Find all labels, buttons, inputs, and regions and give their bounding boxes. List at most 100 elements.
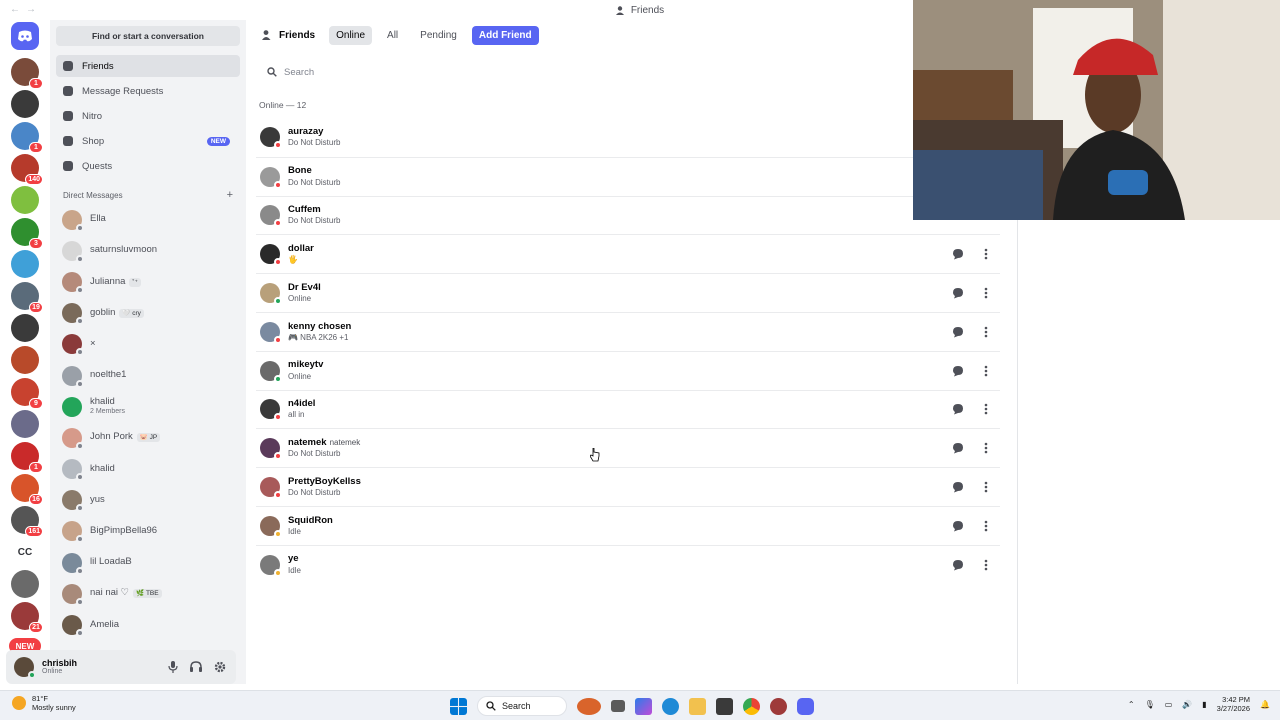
more-options-icon[interactable] xyxy=(980,481,992,493)
server-icon-4[interactable]: 140 xyxy=(11,154,43,185)
create-dm-icon[interactable]: + xyxy=(227,190,233,201)
more-options-icon[interactable] xyxy=(980,248,992,260)
microphone-tray-icon[interactable]: 🎙 xyxy=(1145,700,1155,709)
tab-online[interactable]: Online xyxy=(329,25,373,45)
more-options-icon[interactable] xyxy=(980,442,992,454)
dm-item[interactable]: Ella xyxy=(56,204,240,235)
message-icon[interactable] xyxy=(952,520,964,532)
dm-item[interactable]: Amelia xyxy=(56,609,240,640)
friend-row[interactable]: aurazay Do Not Disturb xyxy=(256,118,1000,157)
more-options-icon[interactable] xyxy=(980,403,992,415)
chrome-icon[interactable] xyxy=(743,697,760,715)
microphone-icon[interactable] xyxy=(168,661,178,673)
server-icon-14[interactable]: 16 xyxy=(11,474,43,505)
user-avatar[interactable] xyxy=(14,657,36,679)
tray-chevron-icon[interactable]: ⌃ xyxy=(1128,700,1135,709)
friend-row[interactable]: Bone Do Not Disturb xyxy=(256,156,1000,196)
server-icon-1[interactable]: 1 xyxy=(11,58,43,89)
tab-all[interactable]: All xyxy=(380,26,405,45)
server-icon-11[interactable]: 9 xyxy=(11,378,43,409)
volume-icon[interactable]: 🔊 xyxy=(1182,700,1192,709)
server-icon-2[interactable] xyxy=(11,90,39,118)
dm-item[interactable]: lil LoadaB xyxy=(56,547,240,578)
dm-item[interactable]: × xyxy=(56,329,240,360)
message-icon[interactable] xyxy=(952,442,964,454)
clock[interactable]: 3:42 PM 3/27/2026 xyxy=(1217,695,1250,713)
nav-arrows-icon[interactable]: ←→ xyxy=(10,4,42,15)
message-icon[interactable] xyxy=(952,403,964,415)
weather-widget[interactable]: 81°F Mostly sunny xyxy=(12,694,76,712)
dm-item[interactable]: John Pork 🐷 JP xyxy=(56,422,240,453)
add-friend-button[interactable]: Add Friend xyxy=(471,25,539,45)
task-view-icon[interactable] xyxy=(611,700,625,712)
nav-item-quests[interactable]: Quests xyxy=(56,155,240,177)
find-conversation-button[interactable]: Find or start a conversation xyxy=(56,26,240,46)
windows-start-icon[interactable] xyxy=(450,697,467,715)
more-options-icon[interactable] xyxy=(980,287,992,299)
friend-row[interactable]: dollar 🖐 xyxy=(256,234,1000,273)
server-icon-9[interactable] xyxy=(11,314,39,342)
user-info[interactable]: chrisbih Online xyxy=(42,658,77,676)
discord-taskbar-icon[interactable] xyxy=(797,697,814,715)
server-icon-7[interactable] xyxy=(11,250,39,278)
server-icon-cc[interactable]: CC xyxy=(11,538,39,566)
nav-item-friends[interactable]: Friends xyxy=(56,55,240,77)
notification-icon[interactable]: 🔔 xyxy=(1260,700,1270,709)
friend-row[interactable]: ye Idle xyxy=(256,544,1000,584)
more-options-icon[interactable] xyxy=(980,326,992,338)
edge-browser-icon[interactable] xyxy=(662,697,679,715)
server-icon-17[interactable]: 21 xyxy=(11,602,43,633)
friend-row[interactable]: mikeytv Online xyxy=(256,350,1000,390)
dm-item[interactable]: nai nai ♡ 🌿 TBE xyxy=(56,578,240,609)
tab-pending[interactable]: Pending xyxy=(413,26,464,45)
friend-row[interactable]: kenny chosen 🎮 NBA 2K26 +1 xyxy=(256,311,1000,351)
message-icon[interactable] xyxy=(952,559,964,571)
server-icon-16[interactable] xyxy=(11,570,39,598)
server-icon-13[interactable]: 1 xyxy=(11,442,43,473)
app-icon[interactable] xyxy=(770,697,787,715)
server-icon-8[interactable]: 19 xyxy=(11,282,43,313)
dm-item[interactable]: goblin 🤍 cry xyxy=(56,298,240,329)
friend-row[interactable]: natemek natemek Do Not Disturb xyxy=(256,428,1000,467)
friends-search[interactable]: Search xyxy=(259,61,999,83)
dm-item[interactable]: saturnsluvmoon xyxy=(56,235,240,266)
friend-row[interactable]: n4idel all in xyxy=(256,389,1000,429)
message-icon[interactable] xyxy=(952,248,964,260)
dm-item[interactable]: Julianna ˚⁺ xyxy=(56,266,240,297)
dm-item[interactable]: BigPimpBella96 xyxy=(56,516,240,547)
more-options-icon[interactable] xyxy=(980,559,992,571)
dm-item[interactable]: yus xyxy=(56,485,240,516)
dm-item[interactable]: khalid xyxy=(56,454,240,485)
friend-row[interactable]: Dr Ev4l Online xyxy=(256,273,1000,312)
network-icon[interactable]: ▭ xyxy=(1165,700,1173,709)
server-icon-6[interactable]: 3 xyxy=(11,218,43,249)
server-icon-12[interactable] xyxy=(11,410,39,438)
dm-item[interactable]: khalid 2 Members xyxy=(56,391,240,422)
taskbar-game-icon[interactable] xyxy=(577,697,601,715)
nav-item-shop[interactable]: Shop NEW xyxy=(56,130,240,152)
friend-row[interactable]: SquidRon Idle xyxy=(256,505,1000,545)
message-icon[interactable] xyxy=(952,287,964,299)
friend-row[interactable]: Cuffem Do Not Disturb xyxy=(256,195,1000,235)
server-icon-15[interactable]: 161 xyxy=(11,506,43,537)
friend-row[interactable]: PrettyBoyKellss Do Not Disturb xyxy=(256,467,1000,506)
settings-gear-icon[interactable] xyxy=(214,661,226,673)
copilot-icon[interactable] xyxy=(635,697,652,715)
taskbar-search[interactable]: Search xyxy=(477,696,567,716)
message-icon[interactable] xyxy=(952,365,964,377)
file-explorer-icon[interactable] xyxy=(689,697,706,715)
store-icon[interactable] xyxy=(716,697,733,715)
message-icon[interactable] xyxy=(952,481,964,493)
home-button[interactable] xyxy=(11,22,39,50)
dm-item[interactable]: noelthe1 xyxy=(56,360,240,391)
server-icon-3[interactable]: 1 xyxy=(11,122,43,153)
message-icon[interactable] xyxy=(952,326,964,338)
battery-icon[interactable]: ▮ xyxy=(1202,700,1206,709)
server-icon-5[interactable] xyxy=(11,186,39,214)
nav-item-message-requests[interactable]: Message Requests xyxy=(56,80,240,102)
nav-item-nitro[interactable]: Nitro xyxy=(56,105,240,127)
more-options-icon[interactable] xyxy=(980,520,992,532)
headphones-icon[interactable] xyxy=(190,661,202,672)
search-input[interactable]: Search xyxy=(284,67,314,78)
server-icon-10[interactable] xyxy=(11,346,39,374)
